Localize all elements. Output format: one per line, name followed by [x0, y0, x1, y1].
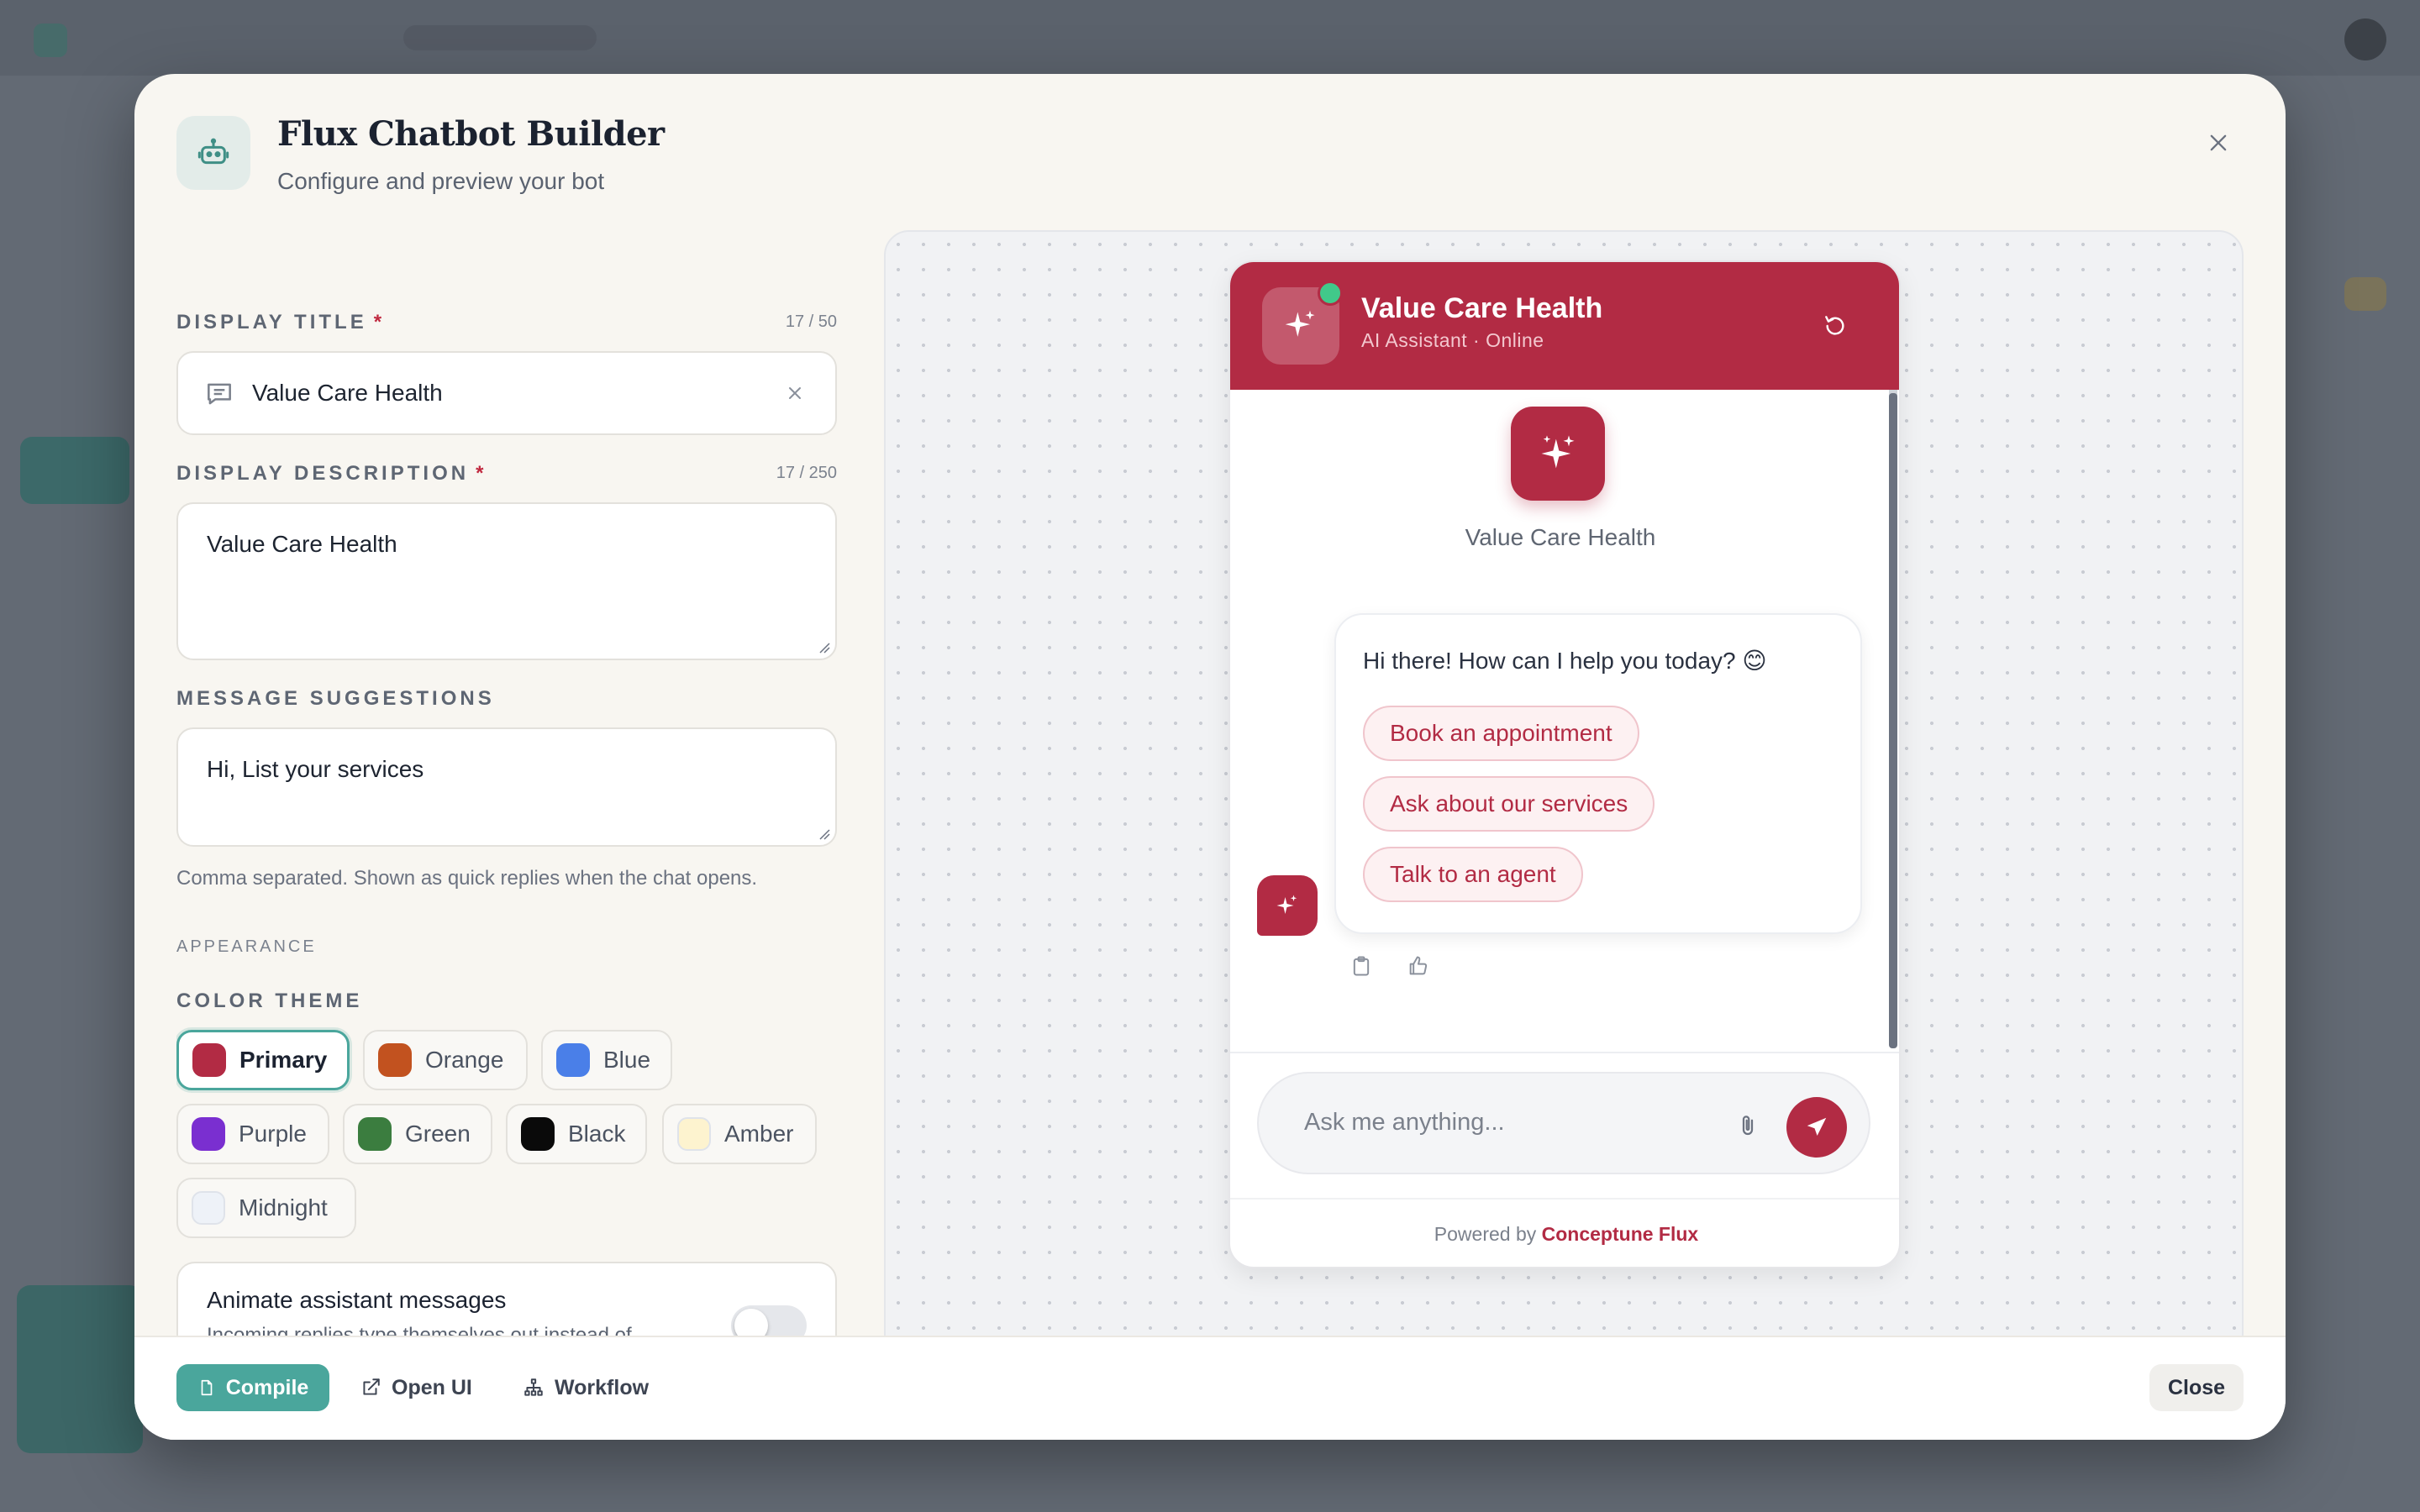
- modal-subtitle: Configure and preview your bot: [277, 168, 605, 194]
- open-ui-button[interactable]: Open UI: [360, 1364, 472, 1411]
- color-dot: [192, 1117, 225, 1151]
- powered-by-brand[interactable]: Conceptune Flux: [1542, 1223, 1699, 1245]
- footer-divider: [1230, 1198, 1899, 1200]
- send-button[interactable]: [1786, 1097, 1847, 1158]
- chat-input-placeholder: Ask me anything...: [1304, 1109, 1505, 1136]
- color-option-amber[interactable]: Amber: [662, 1104, 817, 1164]
- color-option-midnight[interactable]: Midnight: [176, 1178, 356, 1238]
- clear-icon[interactable]: [785, 383, 805, 407]
- send-icon: [1807, 1117, 1827, 1136]
- chat-preview-panel: Value Care Health AI Assistant · Online …: [884, 230, 2244, 1369]
- color-option-black[interactable]: Black: [506, 1104, 647, 1164]
- close-button[interactable]: Close: [2149, 1364, 2244, 1411]
- quick-reply-book-appointment[interactable]: Book an appointment: [1363, 706, 1639, 761]
- thumbs-up-icon[interactable]: [1403, 951, 1434, 981]
- color-option-purple[interactable]: Purple: [176, 1104, 329, 1164]
- display-title-input[interactable]: Value Care Health: [176, 351, 837, 435]
- color-dot: [192, 1043, 226, 1077]
- color-dot: [192, 1191, 225, 1225]
- robot-icon: [176, 116, 250, 190]
- color-option-label: Primary: [239, 1047, 328, 1073]
- message-suggestions-textarea[interactable]: Hi, List your services: [176, 727, 837, 847]
- display-description-textarea[interactable]: Value Care Health: [176, 502, 837, 660]
- display-description-value: Value Care Health: [207, 531, 397, 557]
- refresh-icon[interactable]: [1817, 307, 1854, 344]
- chat-header: Value Care Health AI Assistant · Online: [1230, 262, 1899, 390]
- sparkles-icon: [1541, 435, 1575, 469]
- display-title-label: DISPLAY TITLE *: [176, 311, 386, 333]
- bot-name: Value Care Health: [1465, 524, 1656, 550]
- color-dot: [556, 1043, 590, 1077]
- color-option-orange[interactable]: Orange: [363, 1030, 528, 1090]
- file-icon: [201, 1379, 213, 1396]
- background-button: [20, 437, 129, 504]
- suggestions-hint: Comma separated. Shown as quick replies …: [176, 867, 758, 890]
- message-suggestions-label: MESSAGE SUGGESTIONS: [176, 687, 495, 710]
- bot-avatar-large: [1511, 407, 1605, 501]
- message-icon: [203, 378, 235, 414]
- display-title-counter: 17 / 50: [785, 312, 837, 331]
- appearance-section-label: APPEARANCE: [176, 937, 317, 956]
- color-dot: [378, 1043, 412, 1077]
- resize-handle-icon[interactable]: [817, 827, 830, 840]
- color-theme-label: COLOR THEME: [176, 990, 363, 1012]
- workflow-label: Workflow: [555, 1375, 650, 1399]
- greeting-text: Hi there! How can I help you today? 😊: [1363, 648, 1767, 674]
- background-nav: [403, 25, 597, 50]
- quick-reply-talk-agent[interactable]: Talk to an agent: [1363, 847, 1583, 902]
- color-dot: [521, 1117, 555, 1151]
- display-description-counter: 17 / 250: [776, 464, 837, 482]
- chat-header-title: Value Care Health: [1361, 292, 1603, 324]
- resize-handle-icon[interactable]: [817, 640, 830, 654]
- background-topbar: [0, 0, 2420, 76]
- color-dot: [358, 1117, 392, 1151]
- quick-reply-ask-services[interactable]: Ask about our services: [1363, 776, 1655, 832]
- color-option-label: Midnight: [239, 1194, 328, 1221]
- animate-messages-title: Animate assistant messages: [207, 1287, 507, 1313]
- sparkles-icon: [1276, 895, 1297, 914]
- color-option-primary[interactable]: Primary: [176, 1030, 350, 1090]
- background-logo: [34, 24, 67, 57]
- chat-header-subtitle: AI Assistant · Online: [1361, 329, 1544, 351]
- bot-avatar-small: [1257, 875, 1318, 936]
- color-option-label: Green: [405, 1121, 471, 1147]
- compile-button[interactable]: Compile: [176, 1364, 329, 1411]
- paperclip-icon[interactable]: [1731, 1109, 1765, 1142]
- chatbot-builder-modal: Flux Chatbot Builder Configure and previ…: [134, 74, 2286, 1440]
- chat-input[interactable]: Ask me anything...: [1257, 1072, 1870, 1174]
- open-ui-label: Open UI: [392, 1375, 472, 1399]
- color-option-green[interactable]: Green: [343, 1104, 492, 1164]
- background-card: [17, 1285, 143, 1453]
- external-link-icon: [363, 1378, 380, 1395]
- display-title-value: Value Care Health: [252, 380, 443, 406]
- assistant-message-bubble: Hi there! How can I help you today? 😊 Bo…: [1334, 613, 1862, 934]
- display-description-label: DISPLAY DESCRIPTION *: [176, 462, 487, 485]
- close-icon[interactable]: [2198, 123, 2238, 163]
- color-option-label: Black: [568, 1121, 626, 1147]
- workflow-button[interactable]: Workflow: [523, 1364, 649, 1411]
- compile-label: Compile: [225, 1375, 309, 1399]
- color-option-label: Purple: [239, 1121, 307, 1147]
- color-option-label: Orange: [425, 1047, 504, 1073]
- color-option-blue[interactable]: Blue: [541, 1030, 672, 1090]
- modal-footer: Compile Open UI Workflow Close: [134, 1337, 2286, 1440]
- online-status-dot: [1318, 281, 1343, 306]
- color-option-label: Amber: [724, 1121, 794, 1147]
- message-suggestions-value: Hi, List your services: [207, 756, 424, 782]
- modal-title: Flux Chatbot Builder: [277, 114, 665, 154]
- background-avatar: [2344, 18, 2386, 60]
- background-chip: [2344, 277, 2386, 311]
- chat-widget-preview: Value Care Health AI Assistant · Online …: [1228, 260, 1901, 1268]
- workflow-icon: [524, 1378, 543, 1396]
- color-option-label: Blue: [603, 1047, 651, 1073]
- powered-by: Powered by Conceptune Flux: [1434, 1223, 1699, 1245]
- bot-config-form: DISPLAY TITLE * 17 / 50 Value Care Health…: [176, 301, 837, 1369]
- color-dot: [677, 1117, 711, 1151]
- chat-scrollbar[interactable]: [1889, 393, 1897, 1048]
- copy-icon[interactable]: [1346, 951, 1376, 981]
- input-divider: [1230, 1052, 1899, 1053]
